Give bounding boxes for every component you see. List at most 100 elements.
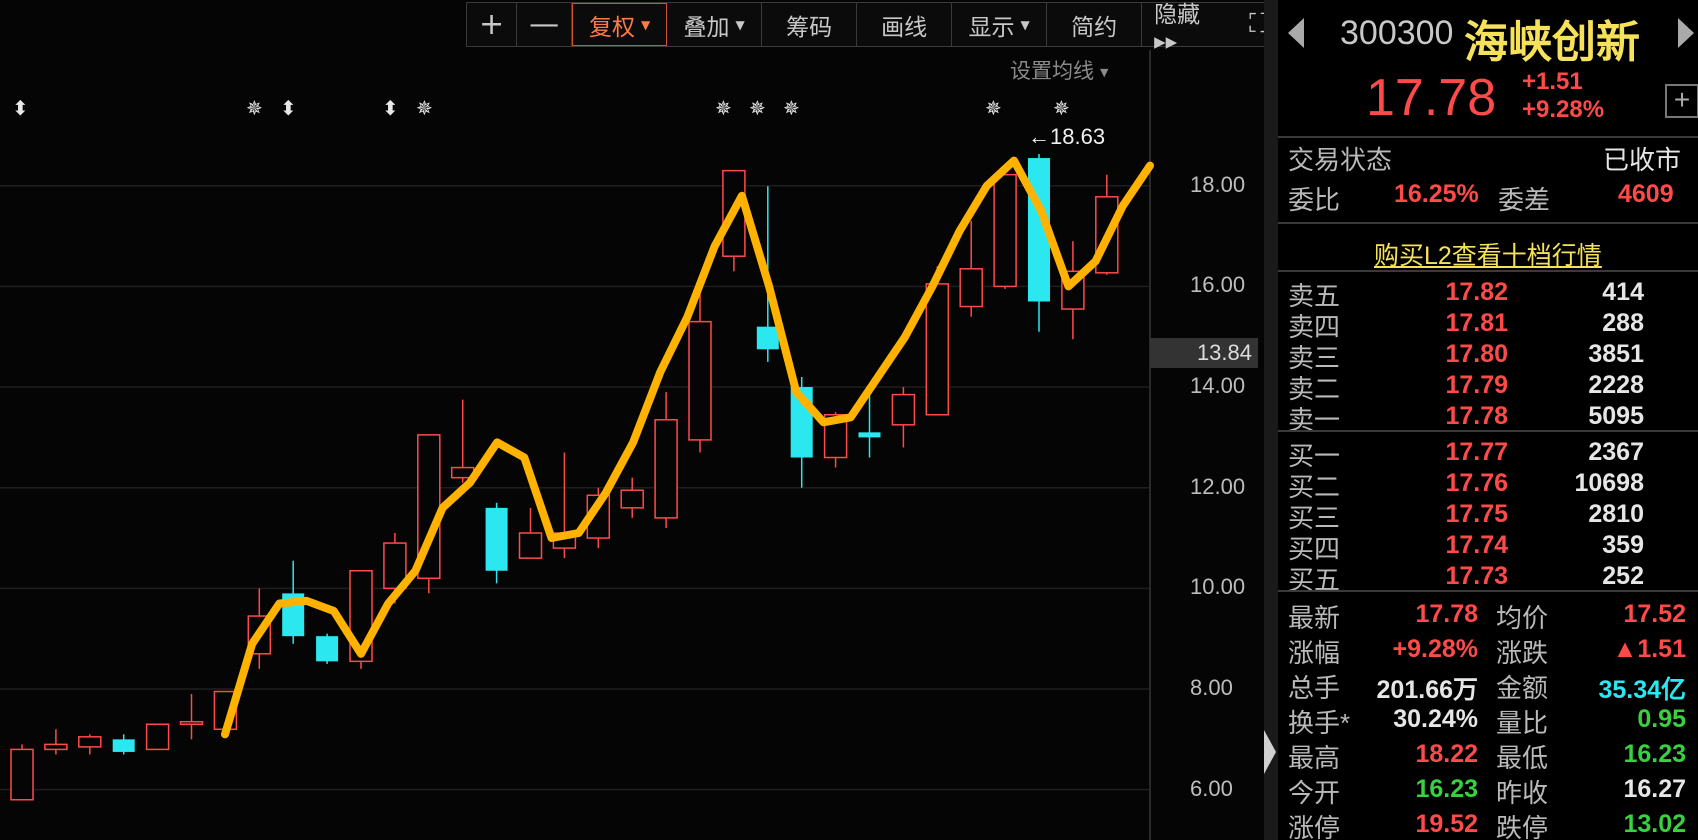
- order-book-row[interactable]: 买五 17.73 252: [1278, 562, 1698, 595]
- stat-label: 最高: [1288, 743, 1341, 773]
- candle-body: [756, 326, 779, 350]
- weicha-label: 委差: [1498, 185, 1551, 215]
- updown-signal-icon[interactable]: ⬍: [280, 96, 297, 120]
- order-price: 17.74: [1445, 531, 1508, 559]
- next-stock-icon[interactable]: [1678, 18, 1694, 48]
- updown-signal-icon[interactable]: ⬍: [12, 96, 29, 120]
- stat-label: 均价: [1496, 603, 1549, 633]
- stat-value: 201.66万: [1376, 676, 1478, 704]
- order-book-row[interactable]: 卖五 17.82 414: [1278, 278, 1698, 311]
- candle[interactable]: [993, 173, 1017, 289]
- candle[interactable]: [450, 399, 475, 483]
- candle[interactable]: [654, 392, 678, 528]
- updown-signal-icon[interactable]: ⬍: [382, 96, 399, 120]
- zoom-out-button[interactable]: —: [517, 3, 573, 46]
- quote-stat: 换手* 30.24%: [1288, 705, 1478, 738]
- quote-stat: 最高 18.22: [1288, 740, 1478, 773]
- order-price: 17.82: [1445, 278, 1508, 306]
- toolbar-button-label: 画线: [881, 14, 928, 41]
- stat-value: 17.52: [1623, 600, 1686, 628]
- order-volume: 5095: [1588, 402, 1644, 430]
- stat-label: 最低: [1496, 743, 1549, 773]
- toolbar-button[interactable]: 显示 ▼: [952, 3, 1048, 46]
- candle-body: [78, 736, 102, 748]
- toolbar-button[interactable]: 画线: [857, 3, 953, 46]
- stock-name: 海峡创新: [1464, 18, 1640, 67]
- candle[interactable]: [112, 734, 135, 755]
- change-percent: +9.28%: [1522, 96, 1605, 123]
- panel-collapse-handle[interactable]: [1264, 0, 1278, 840]
- toolbar-button[interactable]: 复权 ▼: [572, 3, 668, 46]
- toolbar-button[interactable]: 简约: [1047, 3, 1143, 46]
- candle[interactable]: [518, 507, 543, 559]
- ma-setting-dropdown[interactable]: 设置均线 ▼: [1010, 55, 1108, 85]
- order-price: 17.77: [1445, 438, 1508, 466]
- order-book-row[interactable]: 卖三 17.80 3851: [1278, 340, 1698, 373]
- stat-value: 16.23: [1415, 775, 1478, 803]
- stat-value: +9.28%: [1392, 635, 1479, 663]
- order-price: 17.75: [1445, 500, 1508, 528]
- stat-value: 13.02: [1623, 810, 1686, 838]
- candle[interactable]: [891, 387, 916, 448]
- order-book-row[interactable]: 卖二 17.79 2228: [1278, 371, 1698, 404]
- candle[interactable]: [1061, 241, 1085, 340]
- toolbar-button-label: 显示: [968, 14, 1015, 41]
- order-volume: 288: [1602, 309, 1644, 337]
- stat-label: 涨幅: [1288, 638, 1341, 668]
- candle[interactable]: [44, 729, 68, 755]
- candle[interactable]: [179, 694, 204, 740]
- toolbar-button-label: 复权: [589, 14, 636, 41]
- candle[interactable]: [145, 723, 170, 751]
- divider: [1278, 430, 1698, 432]
- candle[interactable]: [78, 734, 102, 755]
- star-signal-icon[interactable]: ✵: [783, 96, 800, 120]
- toolbar-button-label: 叠加: [683, 14, 730, 41]
- toolbar-button[interactable]: 隐藏 ▸▸: [1142, 2, 1237, 55]
- order-book-row[interactable]: 买三 17.75 2810: [1278, 500, 1698, 533]
- candle-body: [925, 283, 950, 416]
- candle[interactable]: [959, 220, 983, 317]
- order-volume: 2228: [1588, 371, 1644, 399]
- candle-body: [959, 268, 983, 308]
- star-signal-icon[interactable]: ✵: [985, 96, 1002, 120]
- order-book-row[interactable]: 卖四 17.81 288: [1278, 309, 1698, 342]
- candle[interactable]: [552, 452, 577, 559]
- candle-body: [858, 432, 881, 438]
- trade-status-label: 交易状态: [1288, 145, 1393, 175]
- kline-chart-area[interactable]: + — 复权 ▼ 叠加 ▼ 筹码 画线 显示 ▼ 简约 隐藏 ▸▸ ⛶ 设置均线 ▼ ⬍ ✵ ⬍ ⬍ ✵ ✵ ✵…: [0, 0, 1281, 840]
- candle[interactable]: [485, 502, 508, 584]
- candle[interactable]: [10, 744, 34, 801]
- star-signal-icon[interactable]: ✵: [1053, 96, 1070, 120]
- order-book-row[interactable]: 卖一 17.78 5095: [1278, 402, 1698, 435]
- star-signal-icon[interactable]: ✵: [749, 96, 766, 120]
- candle-body: [993, 173, 1017, 288]
- stat-label: 涨跌: [1496, 638, 1549, 668]
- order-book-row[interactable]: 买一 17.77 2367: [1278, 438, 1698, 471]
- quote-stat: 均价 17.52: [1496, 600, 1686, 633]
- stat-label: 今开: [1288, 778, 1341, 808]
- divider: [1278, 270, 1698, 272]
- star-signal-icon[interactable]: ✵: [246, 96, 263, 120]
- order-volume: 414: [1602, 278, 1644, 306]
- star-signal-icon[interactable]: ✵: [715, 96, 732, 120]
- toolbar-button[interactable]: 叠加 ▼: [667, 3, 763, 46]
- order-price: 17.78: [1445, 402, 1508, 430]
- buy-l2-link[interactable]: 购买L2查看十档行情: [1374, 236, 1602, 272]
- candle[interactable]: [316, 633, 339, 664]
- prev-stock-icon[interactable]: [1288, 18, 1304, 48]
- star-signal-icon[interactable]: ✵: [416, 96, 433, 120]
- order-book-row[interactable]: 买四 17.74 359: [1278, 531, 1698, 564]
- stat-value: 16.27: [1623, 775, 1686, 803]
- divider: [1278, 136, 1698, 138]
- order-volume: 252: [1602, 562, 1644, 590]
- order-book-row[interactable]: 买二 17.76 10698: [1278, 469, 1698, 502]
- stat-label: 最新: [1288, 603, 1341, 633]
- candle[interactable]: [1028, 154, 1050, 332]
- stat-label: 涨停: [1288, 813, 1341, 840]
- add-watchlist-button[interactable]: +: [1665, 84, 1698, 118]
- toolbar-button[interactable]: 筹码: [762, 3, 858, 46]
- zoom-in-button[interactable]: +: [467, 3, 518, 46]
- stat-label: 换手*: [1288, 708, 1351, 738]
- candle[interactable]: [620, 477, 644, 518]
- order-volume: 359: [1602, 531, 1644, 559]
